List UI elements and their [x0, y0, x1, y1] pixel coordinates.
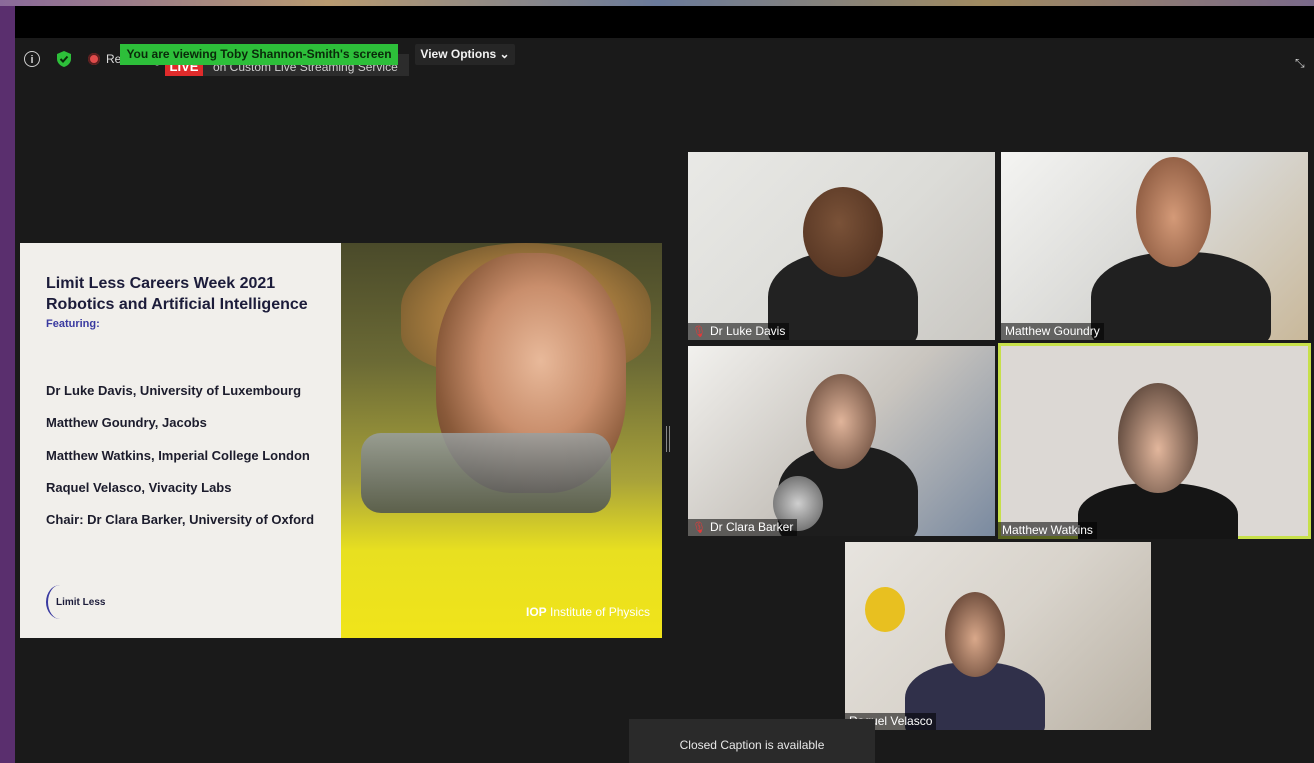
closed-caption-toast[interactable]: Closed Caption is available	[629, 719, 875, 763]
participant-head	[1118, 383, 1198, 493]
participant-name: Matthew Goundry	[1005, 324, 1100, 338]
lantern-prop	[865, 587, 905, 632]
speaker-item: Dr Luke Davis, University of Luxembourg	[46, 383, 302, 398]
speaker-item: Raquel Velasco, Vivacity Labs	[46, 479, 232, 495]
participant-head	[1136, 157, 1211, 267]
info-icon[interactable]: i	[24, 51, 40, 67]
window-top-area	[15, 6, 1314, 38]
slide-featuring-label: Featuring:	[46, 318, 100, 330]
speaker-item: Matthew Watkins, Imperial College London	[46, 447, 310, 463]
iop-logo: IOP Institute of Physics	[526, 605, 650, 619]
slide-title-line2: Robotics and Artificial Intelligence	[46, 296, 308, 313]
exit-fullscreen-icon[interactable]: ⤡	[1295, 56, 1309, 70]
speaker-list: Dr Luke Davis, University of Luxembourg …	[46, 383, 336, 544]
iop-logo-rest: Institute of Physics	[546, 605, 651, 619]
view-options-button[interactable]: View Options ⌄	[415, 44, 515, 65]
video-tile[interactable]: Matthew Goundry	[1001, 152, 1308, 340]
participant-head	[803, 187, 883, 277]
slide-title: Limit Less Careers Week 2021 Robotics an…	[46, 273, 336, 315]
viewing-screen-banner: You are viewing Toby Shannon-Smith's scr…	[120, 44, 398, 65]
mic-muted-icon: 🎙	[692, 522, 706, 534]
speaker-item: Chair: Dr Clara Barker, University of Ox…	[46, 512, 315, 528]
slide-title-line1: Limit Less Careers Week 2021	[46, 275, 276, 292]
limit-less-logo: Limit Less	[46, 585, 106, 623]
shared-screen-slide: Limit Less Careers Week 2021 Robotics an…	[20, 243, 662, 638]
iop-logo-bold: IOP	[526, 605, 547, 619]
logo-text: Limit Less	[56, 597, 106, 608]
participant-name: Dr Luke Davis	[709, 324, 786, 338]
speaker-item: Matthew Goundry, Jacobs	[46, 415, 207, 431]
meeting-window: i Recording LIVE on Custom Live Streamin…	[15, 6, 1314, 763]
participant-head	[806, 374, 876, 469]
participant-name: Dr Clara Barker	[709, 520, 794, 534]
split-divider-handle[interactable]	[666, 426, 670, 452]
participant-name-label: 🎙 Dr Clara Barker	[688, 519, 798, 536]
video-tile-active-speaker[interactable]: Matthew Watkins	[998, 343, 1311, 539]
participant-name-label: Matthew Goundry	[1001, 323, 1104, 340]
slide-text-panel: Limit Less Careers Week 2021 Robotics an…	[20, 243, 341, 638]
video-tile[interactable]: 🎙 Dr Clara Barker	[688, 346, 995, 536]
participant-name: Matthew Watkins	[1002, 523, 1093, 537]
shield-check-icon[interactable]	[56, 50, 72, 68]
participant-name-label: Matthew Watkins	[998, 522, 1097, 539]
slide-photo-robot	[361, 433, 611, 513]
participant-head	[945, 592, 1005, 677]
mic-muted-icon: 🎙	[692, 326, 706, 338]
video-tile[interactable]: 🎙 Dr Luke Davis	[688, 152, 995, 340]
participant-name-label: 🎙 Dr Luke Davis	[688, 323, 790, 340]
meeting-top-bar: i Recording LIVE on Custom Live Streamin…	[15, 42, 1314, 76]
slide-photo-panel: IOP Institute of Physics	[341, 243, 662, 638]
recording-dot-icon[interactable]	[88, 53, 100, 65]
video-tile[interactable]: Raquel Velasco	[845, 542, 1151, 730]
